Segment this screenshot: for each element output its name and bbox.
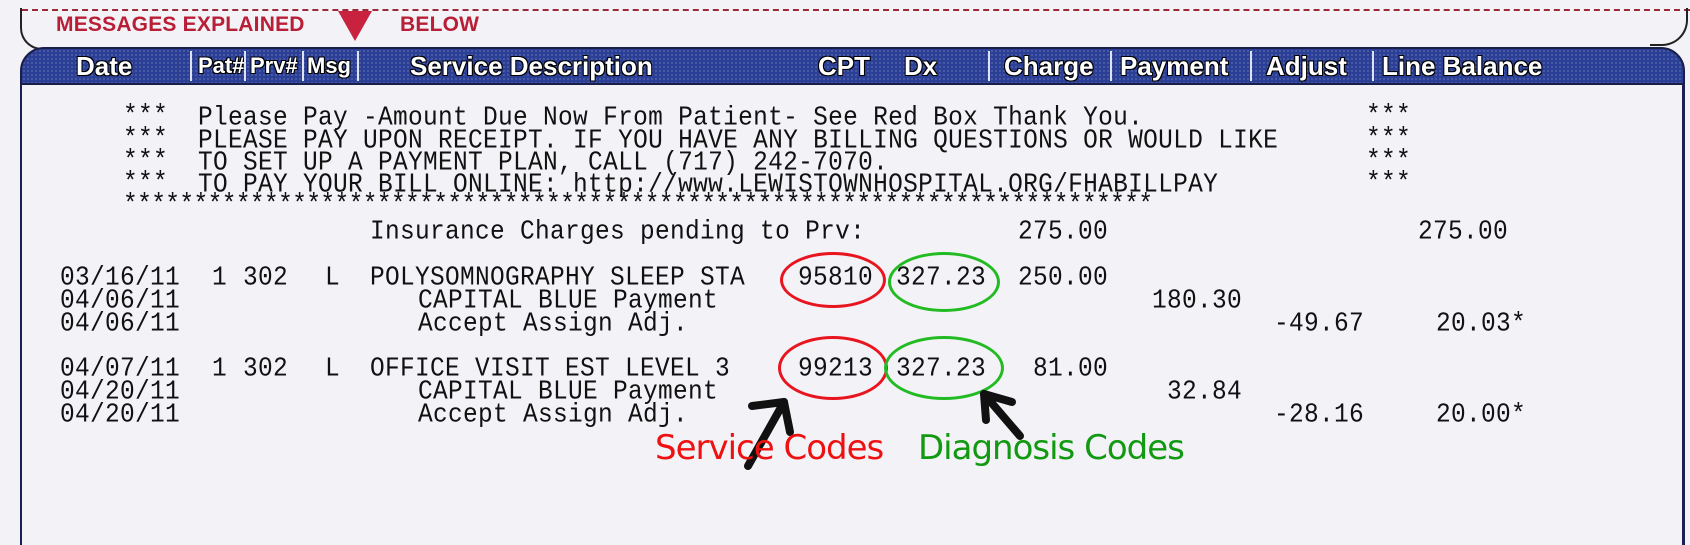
service-prv: 302	[243, 354, 289, 384]
header-divider	[244, 51, 246, 81]
header-divider	[1110, 51, 1112, 81]
transaction-description: Accept Assign Adj.	[418, 309, 689, 339]
service-pat: 1	[212, 263, 228, 293]
service-msg: L	[325, 354, 341, 384]
transaction-adjust: -28.16	[1273, 400, 1364, 430]
service-charge: 81.00	[1032, 354, 1108, 384]
service-code-highlight-oval	[778, 336, 888, 400]
service-pat: 1	[212, 354, 228, 384]
diagnosis-code-highlight-oval	[888, 252, 1000, 312]
transaction-balance: 20.00*	[1435, 400, 1526, 430]
table-header: Date Pat# Prv# Msg Service Description C…	[20, 47, 1685, 85]
header-divider	[988, 51, 990, 81]
header-divider	[302, 51, 304, 81]
service-prv: 302	[243, 263, 289, 293]
col-header-dx: Dx	[904, 51, 938, 81]
col-header-charge: Charge	[1004, 51, 1094, 81]
transaction-payment: 32.84	[1166, 377, 1242, 407]
pending-balance: 275.00	[1417, 217, 1508, 247]
col-header-prv: Prv#	[250, 53, 298, 78]
pending-charge: 275.00	[1017, 217, 1108, 247]
diagnosis-code-highlight-oval	[884, 336, 1004, 400]
col-header-date: Date	[76, 51, 133, 81]
header-divider	[357, 51, 359, 81]
diagnosis-codes-annotation: Diagnosis Codes	[918, 428, 1185, 468]
header-divider	[1250, 51, 1252, 81]
pending-label: Insurance Charges pending to Prv:	[370, 217, 866, 247]
transaction-adjust: -49.67	[1273, 309, 1364, 339]
transaction-date: 04/20/11	[60, 400, 181, 430]
col-header-cpt: CPT	[818, 51, 870, 81]
service-charge: 250.00	[1017, 263, 1108, 293]
down-triangle-icon	[338, 11, 372, 41]
col-header-description: Service Description	[410, 51, 653, 81]
notice-marker: ***	[1366, 168, 1412, 198]
transaction-description: Accept Assign Adj.	[418, 400, 689, 430]
service-codes-annotation: Service Codes	[655, 428, 884, 468]
transaction-date: 04/06/11	[60, 309, 181, 339]
col-header-balance: Line Balance	[1382, 51, 1543, 81]
col-header-pat: Pat#	[198, 53, 245, 78]
col-header-payment: Payment	[1120, 51, 1229, 81]
transaction-balance: 20.03*	[1435, 309, 1526, 339]
header-divider	[190, 51, 192, 81]
messages-banner: MESSAGES EXPLAINED BELOW	[56, 11, 479, 41]
banner-right-text: BELOW	[400, 13, 480, 36]
col-header-adjust: Adjust	[1266, 51, 1347, 81]
notice-rule: ****************************************…	[123, 190, 1153, 220]
banner-frame-right	[1650, 8, 1688, 46]
transaction-payment: 180.30	[1151, 286, 1242, 316]
banner-frame-left	[20, 8, 52, 50]
banner-left-text: MESSAGES EXPLAINED	[56, 13, 305, 36]
service-code-highlight-oval	[780, 252, 886, 308]
header-divider	[1372, 51, 1374, 81]
service-msg: L	[325, 263, 341, 293]
col-header-msg: Msg	[307, 53, 351, 78]
perforation-line	[22, 9, 1690, 11]
